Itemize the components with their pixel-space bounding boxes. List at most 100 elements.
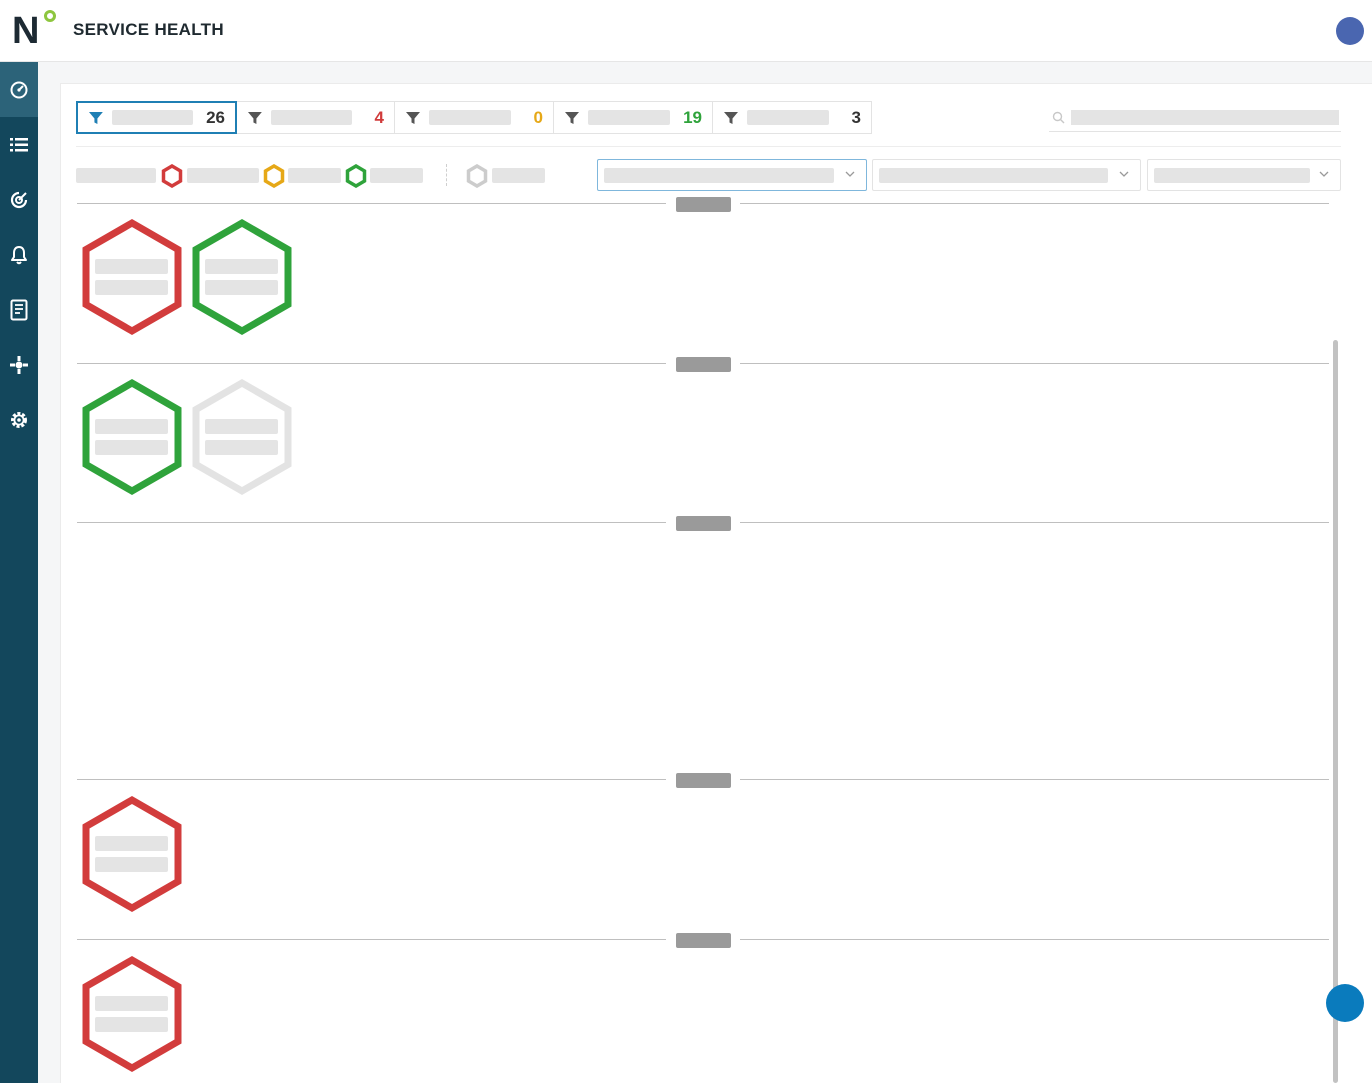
filter-count-warning: 0 <box>533 107 543 127</box>
filter-chip-unknown[interactable]: 3 <box>713 101 872 134</box>
bell-icon <box>11 245 27 264</box>
hexagon-critical-icon <box>82 218 182 336</box>
group-header[interactable] <box>666 770 740 790</box>
service-detail-placeholder <box>95 440 168 455</box>
filter-chip-critical[interactable]: 4 <box>237 101 395 134</box>
app-logo[interactable]: N <box>12 10 60 50</box>
hexagon-ok-icon <box>82 378 182 496</box>
legend-label-placeholder <box>187 168 259 183</box>
sidebar-item-list[interactable] <box>0 117 38 172</box>
service-detail-placeholder <box>205 280 278 295</box>
search-placeholder <box>1071 110 1339 125</box>
search-field[interactable] <box>1049 104 1341 132</box>
sidebar <box>0 62 38 1083</box>
status-filter-bar: 26 4 0 19 3 <box>76 101 872 134</box>
service-detail-placeholder <box>95 1017 168 1032</box>
filter-label-placeholder <box>747 110 829 125</box>
legend-label-placeholder <box>76 168 156 183</box>
hexagon-critical-icon <box>161 164 183 188</box>
hexagon-unknown-icon <box>192 378 292 496</box>
group-name-placeholder <box>675 515 731 531</box>
service-name-placeholder <box>95 836 168 851</box>
group-by-dropdown[interactable] <box>597 159 867 191</box>
logo-dot-icon <box>44 10 56 22</box>
sort-dropdown[interactable] <box>1147 159 1341 191</box>
service-tile-critical[interactable] <box>80 795 184 913</box>
hexagon-ok-icon <box>345 164 367 188</box>
toolbar-divider <box>76 146 1341 147</box>
target-icon <box>10 191 28 208</box>
page-title: SERVICE HEALTH <box>73 20 224 39</box>
service-name-placeholder <box>95 419 168 434</box>
list-icon <box>10 137 28 151</box>
service-tile-critical[interactable] <box>80 955 184 1073</box>
group-header[interactable] <box>666 930 740 950</box>
hexagon-critical-icon <box>82 955 182 1073</box>
service-detail-placeholder <box>95 280 168 295</box>
service-tile-ok[interactable] <box>190 218 294 336</box>
legend-label-placeholder <box>288 168 341 183</box>
group-name-placeholder <box>675 772 731 788</box>
filter-dropdown[interactable] <box>872 159 1141 191</box>
filter-icon <box>565 111 579 124</box>
dropdown-value-placeholder <box>879 168 1108 183</box>
service-tile-unknown[interactable] <box>190 378 294 496</box>
sidebar-item-target[interactable] <box>0 172 38 227</box>
filter-count-unknown: 3 <box>851 107 861 127</box>
filter-chip-all[interactable]: 26 <box>76 101 237 134</box>
search-icon <box>1052 111 1065 124</box>
filter-icon <box>247 111 262 124</box>
group-name-placeholder <box>675 356 731 372</box>
service-name-placeholder <box>205 419 278 434</box>
service-detail-placeholder <box>95 857 168 872</box>
hexagon-ok-icon <box>192 218 292 336</box>
filter-label-placeholder <box>588 110 670 125</box>
dropdown-value-placeholder <box>604 168 834 183</box>
sidebar-item-alerts[interactable] <box>0 227 38 282</box>
group-name-placeholder <box>675 932 731 948</box>
sidebar-item-network[interactable] <box>0 337 38 392</box>
group-header[interactable] <box>666 354 740 374</box>
filter-label-placeholder <box>111 110 193 125</box>
group-header[interactable] <box>666 513 740 533</box>
hexagon-critical-icon <box>82 795 182 913</box>
hexagon-warning-icon <box>263 164 285 188</box>
filter-label-placeholder <box>429 110 511 125</box>
filter-label-placeholder <box>270 110 352 125</box>
report-icon <box>10 299 28 320</box>
service-name-placeholder <box>205 259 278 274</box>
settings-icon <box>11 411 27 428</box>
floating-action-button[interactable] <box>1326 984 1364 1022</box>
filter-chip-ok[interactable]: 19 <box>554 101 713 134</box>
service-name-placeholder <box>95 996 168 1011</box>
filter-count-all: 26 <box>206 107 225 127</box>
dropdown-value-placeholder <box>1154 168 1310 183</box>
chevron-down-icon <box>845 171 855 177</box>
logo-letter: N <box>12 10 40 52</box>
hexagon-unknown-icon <box>466 164 488 188</box>
legend-label-placeholder <box>492 168 545 183</box>
legend-label-placeholder <box>370 168 423 183</box>
service-tile-critical[interactable] <box>80 218 184 336</box>
filter-icon <box>406 111 420 124</box>
group-name-placeholder <box>675 196 731 212</box>
top-bar: N SERVICE HEALTH <box>0 0 1372 62</box>
dashboard-icon <box>10 81 28 98</box>
service-detail-placeholder <box>205 440 278 455</box>
filter-count-critical: 4 <box>374 107 384 127</box>
sidebar-item-reports[interactable] <box>0 282 38 337</box>
filter-icon <box>88 111 103 124</box>
legend-separator <box>446 164 447 186</box>
user-avatar[interactable] <box>1336 17 1364 45</box>
service-name-placeholder <box>95 259 168 274</box>
chevron-down-icon <box>1119 171 1129 177</box>
vertical-scrollbar[interactable] <box>1333 340 1338 1083</box>
service-tile-ok[interactable] <box>80 378 184 496</box>
sidebar-item-dashboard[interactable] <box>0 62 38 117</box>
group-header[interactable] <box>666 194 740 214</box>
filter-chip-warning[interactable]: 0 <box>395 101 554 134</box>
cog-network-icon <box>10 355 28 374</box>
filter-count-ok: 19 <box>683 107 702 127</box>
sidebar-item-settings[interactable] <box>0 392 38 447</box>
filter-icon <box>724 111 738 124</box>
